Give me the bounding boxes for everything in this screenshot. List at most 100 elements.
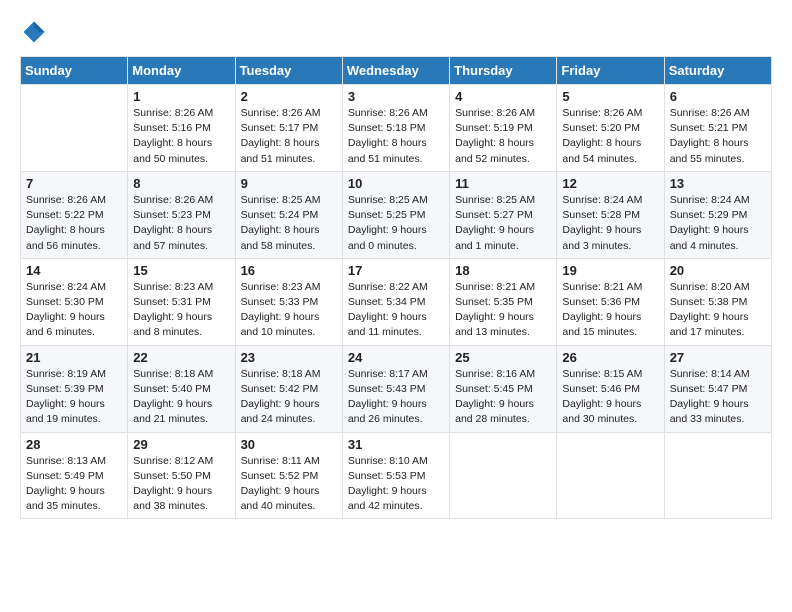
logo-icon [20, 18, 48, 46]
day-number: 23 [241, 350, 337, 365]
calendar-cell: 25Sunrise: 8:16 AMSunset: 5:45 PMDayligh… [450, 345, 557, 432]
day-number: 14 [26, 263, 122, 278]
calendar-cell: 2Sunrise: 8:26 AMSunset: 5:17 PMDaylight… [235, 85, 342, 172]
day-info: Sunrise: 8:22 AMSunset: 5:34 PMDaylight:… [348, 280, 444, 341]
day-number: 27 [670, 350, 766, 365]
calendar-cell: 19 Sunrise: 8:21 AMSunset: 5:36 PMDayligh… [557, 258, 664, 345]
day-info: Sunrise: 8:26 AMSunset: 5:19 PMDaylight:… [455, 106, 551, 167]
calendar-cell: 6 Sunrise: 8:26 AMSunset: 5:21 PMDaylight… [664, 85, 771, 172]
calendar-cell: 30Sunrise: 8:11 AMSunset: 5:52 PMDayligh… [235, 432, 342, 519]
calendar-cell: 5Sunrise: 8:26 AMSunset: 5:20 PMDaylight… [557, 85, 664, 172]
day-number: 31 [348, 437, 444, 452]
day-number: 3 [348, 89, 444, 104]
calendar-cell: 4 Sunrise: 8:26 AMSunset: 5:19 PMDaylight… [450, 85, 557, 172]
day-info: Sunrise: 8:26 AMSunset: 5:21 PMDaylight:… [670, 106, 766, 167]
day-number: 12 [562, 176, 658, 191]
day-info: Sunrise: 8:26 AMSunset: 5:16 PMDaylight:… [133, 106, 229, 167]
calendar-cell: 17 Sunrise: 8:22 AMSunset: 5:34 PMDayligh… [342, 258, 449, 345]
calendar-cell: 29 Sunrise: 8:12 AMSunset: 5:50 PMDayligh… [128, 432, 235, 519]
day-info: Sunrise: 8:15 AMSunset: 5:46 PMDaylight:… [562, 367, 658, 428]
day-number: 17 [348, 263, 444, 278]
day-info: Sunrise: 8:23 AMSunset: 5:33 PMDaylight:… [241, 280, 337, 341]
col-header-saturday: Saturday [664, 57, 771, 85]
col-header-wednesday: Wednesday [342, 57, 449, 85]
day-info: Sunrise: 8:25 AMSunset: 5:27 PMDaylight:… [455, 193, 551, 254]
day-info: Sunrise: 8:24 AMSunset: 5:30 PMDaylight:… [26, 280, 122, 341]
col-header-sunday: Sunday [21, 57, 128, 85]
day-info: Sunrise: 8:19 AMSunset: 5:39 PMDaylight:… [26, 367, 122, 428]
day-number: 6 [670, 89, 766, 104]
day-info: Sunrise: 8:18 AMSunset: 5:42 PMDaylight:… [241, 367, 337, 428]
day-info: Sunrise: 8:23 AMSunset: 5:31 PMDaylight:… [133, 280, 229, 341]
day-number: 11 [455, 176, 551, 191]
calendar-cell: 3 Sunrise: 8:26 AMSunset: 5:18 PMDaylight… [342, 85, 449, 172]
day-number: 22 [133, 350, 229, 365]
calendar-cell [450, 432, 557, 519]
day-info: Sunrise: 8:24 AMSunset: 5:29 PMDaylight:… [670, 193, 766, 254]
calendar-cell [21, 85, 128, 172]
day-number: 19 [562, 263, 658, 278]
header-row: SundayMondayTuesdayWednesdayThursdayFrid… [21, 57, 772, 85]
day-number: 9 [241, 176, 337, 191]
calendar-cell: 15 Sunrise: 8:23 AMSunset: 5:31 PMDayligh… [128, 258, 235, 345]
calendar-cell: 13 Sunrise: 8:24 AMSunset: 5:29 PMDayligh… [664, 171, 771, 258]
header [20, 18, 772, 46]
week-row-3: 14 Sunrise: 8:24 AMSunset: 5:30 PMDayligh… [21, 258, 772, 345]
col-header-tuesday: Tuesday [235, 57, 342, 85]
day-info: Sunrise: 8:10 AMSunset: 5:53 PMDaylight:… [348, 454, 444, 515]
day-number: 15 [133, 263, 229, 278]
calendar-cell: 20Sunrise: 8:20 AMSunset: 5:38 PMDayligh… [664, 258, 771, 345]
calendar-cell: 14 Sunrise: 8:24 AMSunset: 5:30 PMDayligh… [21, 258, 128, 345]
calendar-cell [664, 432, 771, 519]
calendar-cell: 26 Sunrise: 8:15 AMSunset: 5:46 PMDayligh… [557, 345, 664, 432]
day-info: Sunrise: 8:26 AMSunset: 5:22 PMDaylight:… [26, 193, 122, 254]
day-number: 28 [26, 437, 122, 452]
day-info: Sunrise: 8:12 AMSunset: 5:50 PMDaylight:… [133, 454, 229, 515]
calendar-cell: 12 Sunrise: 8:24 AMSunset: 5:28 PMDayligh… [557, 171, 664, 258]
calendar-cell: 28 Sunrise: 8:13 AMSunset: 5:49 PMDayligh… [21, 432, 128, 519]
calendar-cell: 10Sunrise: 8:25 AMSunset: 5:25 PMDayligh… [342, 171, 449, 258]
day-info: Sunrise: 8:17 AMSunset: 5:43 PMDaylight:… [348, 367, 444, 428]
day-info: Sunrise: 8:24 AMSunset: 5:28 PMDaylight:… [562, 193, 658, 254]
day-number: 21 [26, 350, 122, 365]
week-row-2: 7Sunrise: 8:26 AMSunset: 5:22 PMDaylight… [21, 171, 772, 258]
day-info: Sunrise: 8:14 AMSunset: 5:47 PMDaylight:… [670, 367, 766, 428]
calendar-cell: 7Sunrise: 8:26 AMSunset: 5:22 PMDaylight… [21, 171, 128, 258]
calendar-cell: 8 Sunrise: 8:26 AMSunset: 5:23 PMDaylight… [128, 171, 235, 258]
day-info: Sunrise: 8:26 AMSunset: 5:18 PMDaylight:… [348, 106, 444, 167]
day-number: 2 [241, 89, 337, 104]
day-info: Sunrise: 8:18 AMSunset: 5:40 PMDaylight:… [133, 367, 229, 428]
day-number: 29 [133, 437, 229, 452]
calendar-cell: 16Sunrise: 8:23 AMSunset: 5:33 PMDayligh… [235, 258, 342, 345]
day-number: 13 [670, 176, 766, 191]
logo [20, 18, 52, 46]
calendar-cell: 22 Sunrise: 8:18 AMSunset: 5:40 PMDayligh… [128, 345, 235, 432]
calendar-cell: 27 Sunrise: 8:14 AMSunset: 5:47 PMDayligh… [664, 345, 771, 432]
calendar-cell: 9 Sunrise: 8:25 AMSunset: 5:24 PMDaylight… [235, 171, 342, 258]
calendar-table: SundayMondayTuesdayWednesdayThursdayFrid… [20, 56, 772, 519]
day-info: Sunrise: 8:13 AMSunset: 5:49 PMDaylight:… [26, 454, 122, 515]
week-row-1: 1 Sunrise: 8:26 AMSunset: 5:16 PMDaylight… [21, 85, 772, 172]
day-number: 25 [455, 350, 551, 365]
col-header-monday: Monday [128, 57, 235, 85]
day-info: Sunrise: 8:21 AMSunset: 5:36 PMDaylight:… [562, 280, 658, 341]
calendar-cell: 24 Sunrise: 8:17 AMSunset: 5:43 PMDayligh… [342, 345, 449, 432]
week-row-5: 28 Sunrise: 8:13 AMSunset: 5:49 PMDayligh… [21, 432, 772, 519]
calendar-cell: 21 Sunrise: 8:19 AMSunset: 5:39 PMDayligh… [21, 345, 128, 432]
day-number: 26 [562, 350, 658, 365]
day-number: 1 [133, 89, 229, 104]
calendar-cell: 11 Sunrise: 8:25 AMSunset: 5:27 PMDayligh… [450, 171, 557, 258]
day-number: 8 [133, 176, 229, 191]
day-number: 24 [348, 350, 444, 365]
day-info: Sunrise: 8:20 AMSunset: 5:38 PMDaylight:… [670, 280, 766, 341]
week-row-4: 21 Sunrise: 8:19 AMSunset: 5:39 PMDayligh… [21, 345, 772, 432]
day-info: Sunrise: 8:21 AMSunset: 5:35 PMDaylight:… [455, 280, 551, 341]
calendar-cell [557, 432, 664, 519]
day-info: Sunrise: 8:26 AMSunset: 5:23 PMDaylight:… [133, 193, 229, 254]
day-number: 10 [348, 176, 444, 191]
day-info: Sunrise: 8:11 AMSunset: 5:52 PMDaylight:… [241, 454, 337, 515]
day-number: 4 [455, 89, 551, 104]
day-info: Sunrise: 8:25 AMSunset: 5:24 PMDaylight:… [241, 193, 337, 254]
page: SundayMondayTuesdayWednesdayThursdayFrid… [0, 0, 792, 612]
day-number: 18 [455, 263, 551, 278]
